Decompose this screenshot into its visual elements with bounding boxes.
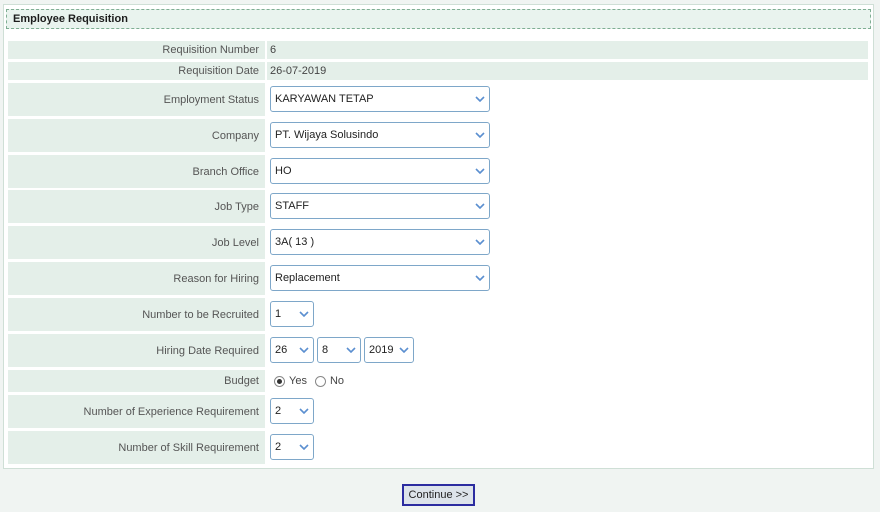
chevron-down-icon [342,338,360,362]
row-skill-requirement: Number of Skill Requirement 2 [8,431,868,464]
row-employment-status: Employment Status KARYAWAN TETAP [8,83,868,116]
job-type-label: Job Type [8,190,265,223]
employment-status-value: KARYAWAN TETAP [275,93,374,105]
continue-button[interactable]: Continue >> [402,484,475,506]
number-to-recruit-select[interactable]: 1 [270,301,314,327]
budget-label: Budget [8,370,265,392]
requisition-number-value: 6 [270,44,277,56]
hiring-year-select[interactable]: 2019 [364,337,414,363]
chevron-down-icon [295,435,313,459]
row-hiring-date: Hiring Date Required 26 8 2019 [8,334,868,367]
chevron-down-icon [471,194,489,218]
chevron-down-icon [471,230,489,254]
page-title: Employee Requisition [13,13,128,25]
company-select[interactable]: PT. Wijaya Solusindo [270,122,490,148]
row-company: Company PT. Wijaya Solusindo [8,119,868,152]
number-to-recruit-value: 1 [275,308,282,320]
chevron-down-icon [395,338,413,362]
budget-yes-label: Yes [289,375,307,387]
experience-requirement-select[interactable]: 2 [270,398,314,424]
row-requisition-date: Requisition Date 26-07-2019 [8,62,868,80]
job-level-select[interactable]: 3A( 13 ) [270,229,490,255]
chevron-down-icon [471,123,489,147]
chevron-down-icon [295,399,313,423]
row-requisition-number: Requisition Number 6 [8,41,868,59]
budget-no-label: No [329,375,345,387]
branch-office-label: Branch Office [8,155,265,188]
row-budget: Budget Yes No [8,370,868,392]
row-job-type: Job Type STAFF [8,190,868,223]
hiring-day-select[interactable]: 26 [270,337,314,363]
chevron-down-icon [471,159,489,183]
hiring-date-label: Hiring Date Required [8,334,265,367]
company-value: PT. Wijaya Solusindo [275,129,379,141]
row-job-level: Job Level 3A( 13 ) [8,226,868,259]
hiring-day-value: 26 [275,344,288,356]
row-number-to-recruit: Number to be Recruited 1 [8,298,868,331]
reason-for-hiring-value: Replacement [275,272,340,284]
hiring-month-value: 8 [322,344,329,356]
requisition-number-label: Requisition Number [8,41,265,59]
requisition-date-value: 26-07-2019 [270,65,327,77]
reason-for-hiring-select[interactable]: Replacement [270,265,490,291]
branch-office-select[interactable]: HO [270,158,490,184]
row-branch-office: Branch Office HO [8,155,868,188]
row-experience-requirement: Number of Experience Requirement 2 [8,395,868,428]
job-type-select[interactable]: STAFF [270,193,490,219]
requisition-date-label: Requisition Date [8,62,265,80]
chevron-down-icon [471,87,489,111]
budget-radio-group: Yes No [274,370,344,392]
hiring-year-value: 2019 [369,344,394,356]
skill-requirement-value: 2 [275,441,282,453]
branch-office-value: HO [275,165,292,177]
budget-no-radio[interactable] [314,375,326,387]
experience-requirement-value: 2 [275,405,282,417]
job-level-value: 3A( 13 ) [275,236,315,248]
requisition-panel: Employee Requisition Requisition Number … [3,4,874,469]
skill-requirement-select[interactable]: 2 [270,434,314,460]
reason-for-hiring-label: Reason for Hiring [8,262,265,295]
chevron-down-icon [295,338,313,362]
panel-header: Employee Requisition [6,9,871,29]
experience-requirement-label: Number of Experience Requirement [8,395,265,428]
chevron-down-icon [295,302,313,326]
employment-status-select[interactable]: KARYAWAN TETAP [270,86,490,112]
job-type-value: STAFF [275,200,310,212]
job-level-label: Job Level [8,226,265,259]
employment-status-label: Employment Status [8,83,265,116]
hiring-month-select[interactable]: 8 [317,337,361,363]
chevron-down-icon [471,266,489,290]
row-reason-for-hiring: Reason for Hiring Replacement [8,262,868,295]
company-label: Company [8,119,265,152]
number-to-recruit-label: Number to be Recruited [8,298,265,331]
budget-yes-radio[interactable] [274,375,285,387]
skill-requirement-label: Number of Skill Requirement [8,431,265,464]
